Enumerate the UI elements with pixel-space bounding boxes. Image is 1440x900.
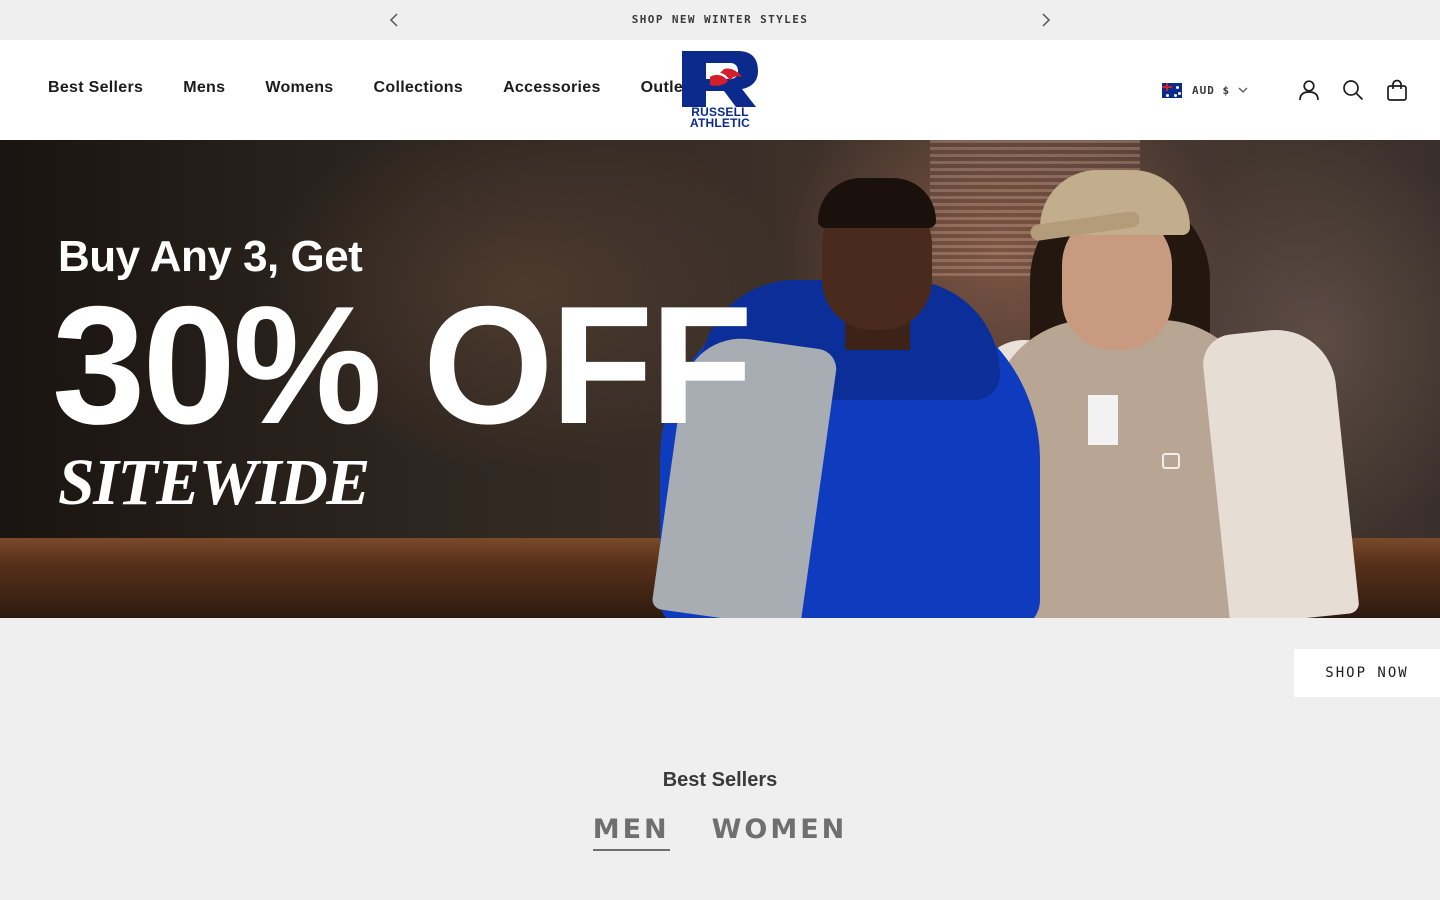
australia-flag-icon [1162, 82, 1182, 98]
man-hair [818, 178, 936, 228]
russell-r-logo-icon [682, 51, 758, 107]
woman-shirt [1088, 395, 1118, 445]
announcement-text[interactable]: SHOP NEW WINTER STYLES [0, 13, 1440, 26]
nav-item-mens[interactable]: Mens [183, 79, 225, 97]
nav-item-collections[interactable]: Collections [374, 79, 464, 97]
search-icon [1343, 80, 1364, 101]
header-tools: AUD $ [1162, 70, 1408, 110]
announcement-bar: SHOP NEW WINTER STYLES [0, 0, 1440, 40]
best-sellers-title: Best Sellers [662, 769, 778, 791]
brand-logo[interactable]: RUSSELL ATHLETIC [680, 51, 760, 129]
logo-text-line2: ATHLETIC [689, 116, 751, 130]
fleece-r-logo-icon [1162, 453, 1180, 469]
cart-button[interactable] [1386, 79, 1408, 101]
next-announcement-button[interactable] [1036, 10, 1056, 30]
main-nav: Best Sellers Mens Womens Collections Acc… [48, 79, 729, 97]
search-button[interactable] [1342, 79, 1364, 101]
nav-item-womens[interactable]: Womens [265, 79, 333, 97]
account-button[interactable] [1298, 79, 1320, 101]
tab-women[interactable]: WOMEN [712, 814, 848, 851]
hero-banner[interactable]: Buy Any 3, Get 30% OFF SITEWIDE [0, 140, 1440, 618]
chevron-down-icon [1238, 87, 1248, 93]
site-header: Best Sellers Mens Womens Collections Acc… [0, 40, 1440, 140]
nav-item-best-sellers[interactable]: Best Sellers [48, 79, 143, 97]
account-icon [1299, 80, 1319, 101]
tab-men[interactable]: MEN [592, 814, 670, 851]
currency-selector[interactable]: AUD $ [1162, 82, 1248, 98]
currency-label: AUD $ [1192, 83, 1231, 97]
promo-headline-large: 30% OFF [52, 271, 753, 459]
cart-icon [1387, 79, 1407, 101]
nav-item-accessories[interactable]: Accessories [503, 79, 601, 97]
best-sellers-tabs: MEN WOMEN [0, 814, 1440, 851]
promo-headline-sitewide: SITEWIDE [58, 446, 370, 519]
shop-now-button[interactable]: SHOP NOW [1294, 649, 1440, 697]
chevron-right-icon [1042, 13, 1051, 27]
